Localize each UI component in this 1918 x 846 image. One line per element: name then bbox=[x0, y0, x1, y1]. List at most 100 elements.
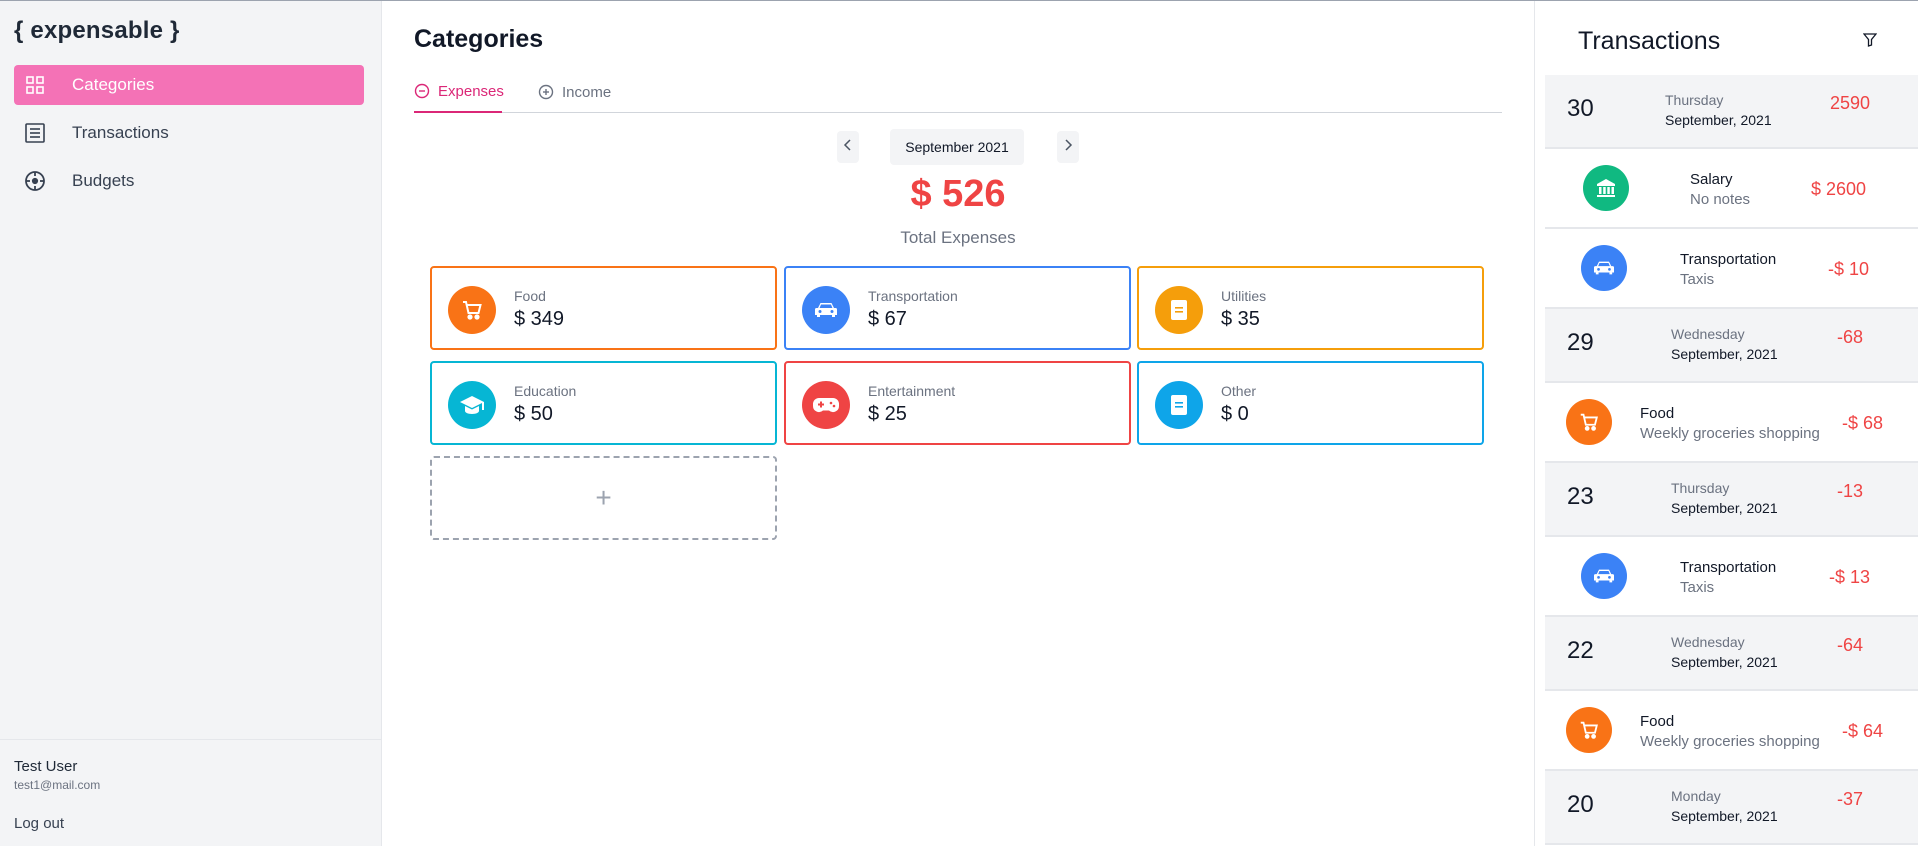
page-title: Categories bbox=[414, 25, 544, 53]
graduation-cap-icon bbox=[448, 381, 496, 429]
sidebar-nav: Categories Transactions Budgets bbox=[14, 65, 364, 209]
bill-icon bbox=[1155, 381, 1203, 429]
tab-expenses[interactable]: Expenses bbox=[414, 71, 504, 113]
transaction-note: Weekly groceries shopping bbox=[1640, 733, 1820, 750]
sidebar-item-label: Categories bbox=[72, 75, 155, 94]
tab-label: Income bbox=[562, 83, 612, 101]
sidebar-item-categories[interactable]: Categories bbox=[14, 65, 364, 105]
app-logo: { expensable } bbox=[14, 17, 180, 44]
day-number: 30 bbox=[1567, 95, 1594, 122]
plus-circle-icon bbox=[538, 84, 554, 100]
category-amount: $ 35 bbox=[1221, 308, 1260, 330]
chevron-left-icon bbox=[843, 138, 853, 156]
day-month-year: September, 2021 bbox=[1671, 346, 1778, 362]
category-card-education[interactable]: Education $ 50 bbox=[430, 361, 777, 445]
category-name: Food bbox=[514, 288, 546, 304]
transaction-row[interactable]: Food Weekly groceries shopping -$ 64 bbox=[1545, 691, 1918, 771]
day-total: 2590 bbox=[1830, 93, 1871, 113]
logout-link[interactable]: Log out bbox=[14, 815, 64, 832]
transaction-amount: -$ 68 bbox=[1842, 413, 1884, 433]
day-month-year: September, 2021 bbox=[1665, 112, 1772, 128]
category-name: Education bbox=[514, 383, 577, 399]
car-icon bbox=[1581, 553, 1627, 599]
category-card-utilities[interactable]: Utilities $ 35 bbox=[1137, 266, 1484, 350]
cart-icon bbox=[448, 286, 496, 334]
sidebar-item-label: Transactions bbox=[72, 123, 169, 142]
day-header: 20 Monday September, 2021 -37 bbox=[1545, 771, 1918, 845]
category-card-food[interactable]: Food $ 349 bbox=[430, 266, 777, 350]
day-weekday: Monday bbox=[1671, 788, 1721, 804]
filter-icon bbox=[1862, 32, 1878, 52]
category-amount: $ 0 bbox=[1221, 403, 1249, 425]
day-number: 29 bbox=[1567, 329, 1594, 356]
user-name: Test User bbox=[14, 758, 78, 775]
chevron-right-icon bbox=[1063, 138, 1073, 156]
transaction-note: Taxis bbox=[1680, 271, 1715, 288]
transaction-amount: -$ 10 bbox=[1828, 259, 1870, 279]
transaction-name: Salary bbox=[1690, 171, 1733, 188]
add-category-button[interactable]: + bbox=[430, 456, 777, 540]
month-label[interactable]: September 2021 bbox=[890, 129, 1024, 165]
category-card-other[interactable]: Other $ 0 bbox=[1137, 361, 1484, 445]
transaction-row[interactable]: Transportation Taxis -$ 13 bbox=[1545, 537, 1918, 617]
day-total: -68 bbox=[1837, 327, 1864, 347]
bill-icon bbox=[1155, 286, 1203, 334]
sidebar-item-transactions[interactable]: Transactions bbox=[14, 113, 364, 153]
transaction-note: Taxis bbox=[1680, 579, 1715, 596]
transaction-name: Transportation bbox=[1680, 559, 1777, 576]
category-name: Entertainment bbox=[868, 383, 956, 399]
target-icon bbox=[24, 170, 46, 192]
tab-label: Expenses bbox=[438, 82, 504, 100]
user-email: test1@mail.com bbox=[14, 778, 101, 792]
total-amount: $ 526 bbox=[910, 173, 1006, 215]
bank-icon bbox=[1583, 165, 1629, 211]
car-icon bbox=[802, 286, 850, 334]
filter-button[interactable] bbox=[1861, 32, 1879, 52]
transaction-note: No notes bbox=[1690, 191, 1751, 208]
prev-month-button[interactable] bbox=[837, 131, 859, 163]
day-weekday: Wednesday bbox=[1671, 634, 1745, 650]
cart-icon bbox=[1566, 707, 1612, 753]
category-name: Transportation bbox=[868, 288, 958, 304]
category-name: Other bbox=[1221, 383, 1257, 399]
day-header: 29 Wednesday September, 2021 -68 bbox=[1545, 309, 1918, 383]
category-amount: $ 349 bbox=[514, 308, 565, 330]
cart-icon bbox=[1566, 399, 1612, 445]
day-month-year: September, 2021 bbox=[1671, 654, 1778, 670]
minus-circle-icon bbox=[414, 83, 430, 99]
month-navigator: September 2021 bbox=[382, 129, 1534, 165]
main-content: Categories Expenses Income September 202… bbox=[382, 1, 1534, 846]
day-number: 20 bbox=[1567, 791, 1594, 818]
transactions-panel: Transactions 30 Thursday September, 2021… bbox=[1534, 1, 1918, 846]
day-weekday: Wednesday bbox=[1671, 326, 1745, 342]
transaction-row[interactable]: Food Weekly groceries shopping -$ 68 bbox=[1545, 383, 1918, 463]
day-month-year: September, 2021 bbox=[1671, 808, 1778, 824]
total-label: Total Expenses bbox=[900, 228, 1016, 247]
transaction-row[interactable]: Salary No notes $ 2600 bbox=[1545, 149, 1918, 229]
day-number: 22 bbox=[1567, 637, 1594, 664]
transaction-amount: -$ 64 bbox=[1842, 721, 1884, 741]
transaction-name: Food bbox=[1640, 713, 1675, 730]
category-amount: $ 25 bbox=[868, 403, 907, 425]
grid-icon bbox=[24, 74, 46, 96]
tab-income[interactable]: Income bbox=[538, 71, 611, 113]
day-header: 23 Thursday September, 2021 -13 bbox=[1545, 463, 1918, 537]
next-month-button[interactable] bbox=[1057, 131, 1079, 163]
transaction-row[interactable]: Transportation Taxis -$ 10 bbox=[1545, 229, 1918, 309]
day-total: -13 bbox=[1837, 481, 1864, 501]
sidebar: { expensable } Categories Transactions B… bbox=[0, 1, 382, 846]
user-panel: Test User test1@mail.com Log out bbox=[0, 739, 381, 846]
day-weekday: Thursday bbox=[1665, 92, 1724, 108]
day-total: -37 bbox=[1837, 789, 1864, 809]
transaction-amount: $ 2600 bbox=[1811, 179, 1867, 199]
transaction-amount: -$ 13 bbox=[1829, 567, 1871, 587]
category-card-entertainment[interactable]: Entertainment $ 25 bbox=[784, 361, 1131, 445]
transactions-title: Transactions bbox=[1578, 27, 1721, 55]
category-amount: $ 50 bbox=[514, 403, 553, 425]
sidebar-item-budgets[interactable]: Budgets bbox=[14, 161, 364, 201]
category-card-transportation[interactable]: Transportation $ 67 bbox=[784, 266, 1131, 350]
plus-icon: + bbox=[595, 482, 612, 513]
day-month-year: September, 2021 bbox=[1671, 500, 1778, 516]
day-number: 23 bbox=[1567, 483, 1594, 510]
transactions-list: 30 Thursday September, 2021 2590 Salary … bbox=[1545, 75, 1918, 845]
